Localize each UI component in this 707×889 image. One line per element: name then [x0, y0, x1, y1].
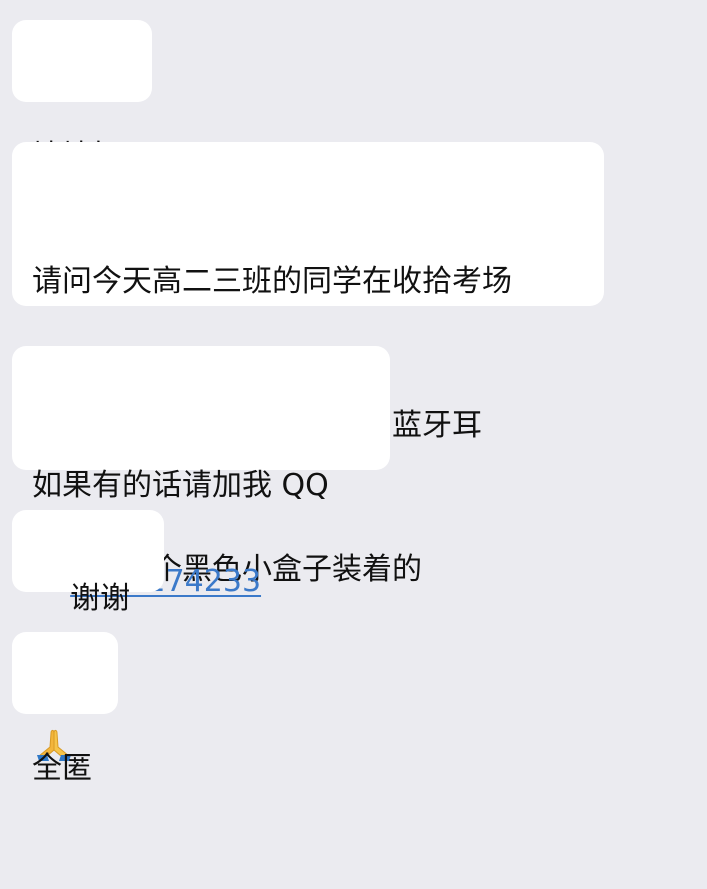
chat-view: 墙墙好 请问今天高二三班的同学在收拾考场 时有没有发现一个漫步者的蓝牙耳 机，用… [0, 0, 707, 786]
message-bubble[interactable]: 全匿 [12, 632, 118, 786]
message-bubble[interactable]: 请问今天高二三班的同学在收拾考场 时有没有发现一个漫步者的蓝牙耳 机，用一个黑色… [12, 142, 604, 587]
message-bubble[interactable]: 墙墙好 [12, 20, 152, 174]
message-bubble[interactable]: 如果有的话请加我 QQ 3082274233 [12, 346, 390, 599]
message-text-line-1: 请问今天高二三班的同学在收拾考场 [32, 264, 512, 299]
message-bubble[interactable]: 谢谢 [12, 510, 164, 761]
message-text: 全匿 [32, 751, 92, 786]
message-text: 如果有的话请加我 QQ [32, 468, 329, 503]
message-text: 谢谢 [70, 581, 131, 616]
